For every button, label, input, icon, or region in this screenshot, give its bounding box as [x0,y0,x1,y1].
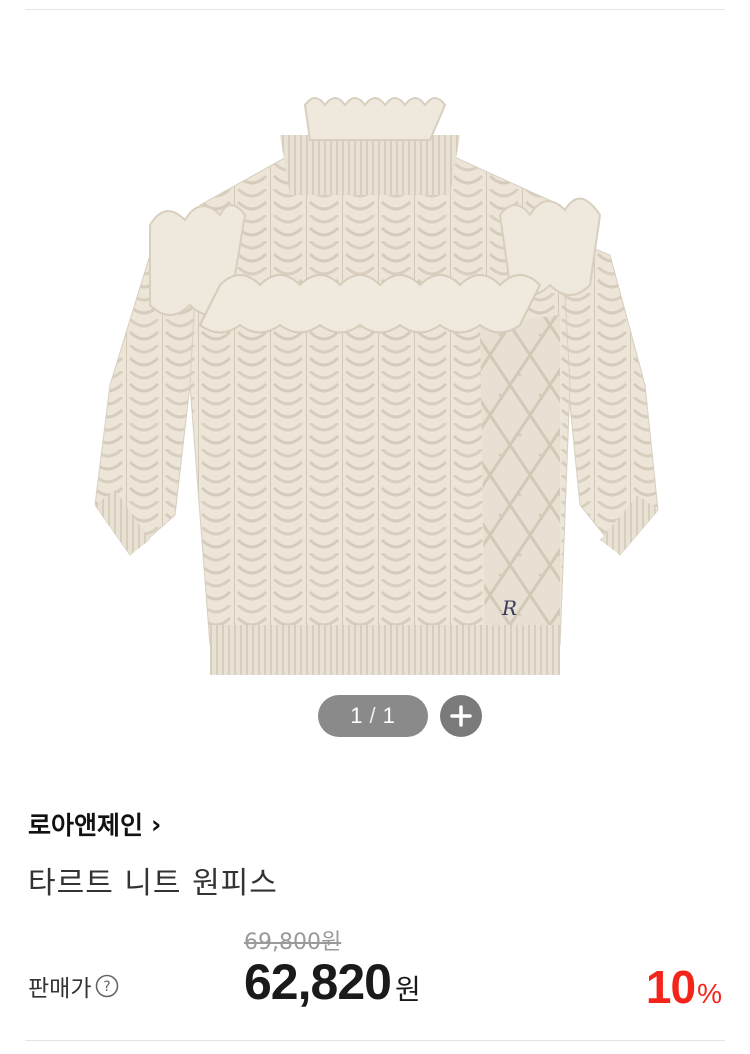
brand-link[interactable]: 로아앤제인 › [28,806,161,842]
pager-separator: / [369,703,377,728]
sale-price-amount: 62,820 [244,954,392,1010]
original-price: 69,800원 [244,930,342,955]
chevron-right-icon: › [151,809,162,839]
zoom-button[interactable] [440,695,482,737]
image-pager[interactable]: 1/1 [318,695,428,737]
discount-rate: 10 % [646,960,722,1014]
svg-text:?: ? [104,979,111,995]
pager-total: 1 [382,703,396,728]
bottom-divider [25,1040,725,1041]
product-image[interactable]: R [90,85,670,685]
discount-value: 10 [645,961,696,1013]
embroidered-logo: R [501,596,517,620]
price-label-row: 판매가 ? [28,969,119,1003]
discount-unit: % [697,978,722,1009]
product-title: 타르트 니트 원피스 [28,866,278,901]
sale-price-unit: 원 [394,973,421,1006]
sale-price: 62,820 원 [244,953,421,1011]
pager-current: 1 [350,703,364,728]
brand-name: 로아앤제인 [28,811,144,840]
plus-icon [450,705,472,727]
price-label: 판매가 [28,976,92,1002]
top-divider [25,9,725,10]
question-circle-icon[interactable]: ? [95,974,119,998]
